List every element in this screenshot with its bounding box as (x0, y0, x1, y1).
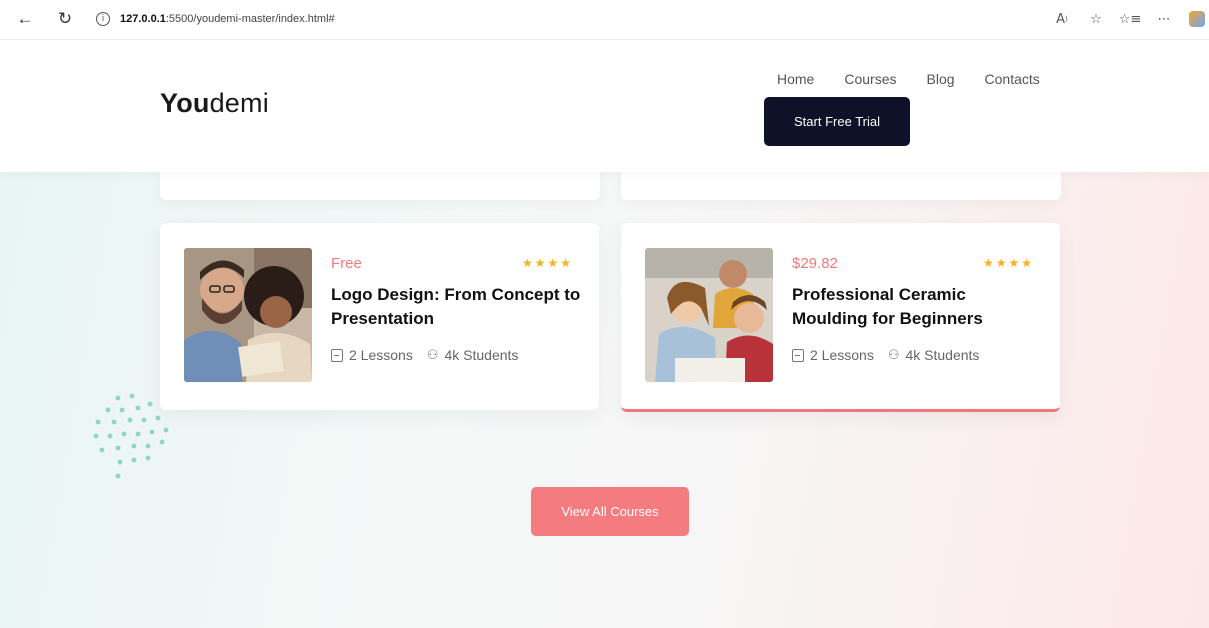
course-title[interactable]: Professional Ceramic Moulding for Beginn… (792, 283, 1042, 331)
address-bar[interactable]: i 127.0.0.1:5500/youdemi-master/index.ht… (88, 7, 1113, 31)
page-content: Youdemi Home Courses Blog Contacts Start… (0, 40, 1209, 628)
students-icon: ⚇ (887, 347, 900, 363)
student-count: 4k Students (905, 347, 980, 363)
course-price: $29.82 (792, 255, 838, 272)
lesson-count: 2 Lessons (810, 347, 874, 363)
nav-blog[interactable]: Blog (927, 71, 955, 87)
student-count: 4k Students (444, 347, 519, 363)
browser-toolbar: ← ↻ i 127.0.0.1:5500/youdemi-master/inde… (0, 0, 1209, 40)
site-logo[interactable]: Youdemi (160, 88, 269, 119)
view-all-courses-button[interactable]: View All Courses (531, 487, 689, 536)
course-thumbnail[interactable] (645, 248, 773, 382)
start-free-trial-button[interactable]: Start Free Trial (764, 97, 910, 146)
nav-courses[interactable]: Courses (844, 71, 896, 87)
copilot-icon[interactable] (1189, 11, 1205, 27)
nav-home[interactable]: Home (777, 71, 814, 87)
lesson-icon (792, 348, 804, 362)
lesson-icon (331, 348, 343, 362)
course-card[interactable]: $29.82 ★★★★ Professional Ceramic Mouldin… (621, 223, 1060, 412)
refresh-icon[interactable]: ↻ (54, 8, 76, 30)
ellipsis-icon[interactable]: ⋯ (1153, 8, 1175, 30)
students-icon: ⚇ (426, 347, 439, 363)
course-thumbnail[interactable] (184, 248, 312, 382)
course-meta: 2 Lessons ⚇ 4k Students (792, 347, 979, 363)
info-icon[interactable]: i (96, 12, 110, 26)
rating-stars: ★★★★ (521, 256, 573, 270)
decorative-dots (93, 393, 169, 479)
site-header: Youdemi Home Courses Blog Contacts Start… (0, 40, 1209, 172)
back-arrow-icon[interactable]: ← (14, 8, 36, 30)
favorites-icon[interactable]: ☆≡ (1119, 8, 1142, 30)
lesson-count: 2 Lessons (349, 347, 413, 363)
nav-contacts[interactable]: Contacts (985, 71, 1040, 87)
course-meta: 2 Lessons ⚇ 4k Students (331, 347, 518, 363)
main-nav: Home Courses Blog Contacts (777, 71, 1070, 87)
star-outline-icon[interactable]: ☆ (1085, 8, 1107, 30)
browser-actions: A) ☆ ☆≡ ⋯ (1039, 8, 1209, 30)
url-text[interactable]: 127.0.0.1:5500/youdemi-master/index.html… (120, 13, 335, 25)
course-title[interactable]: Logo Design: From Concept to Presentatio… (331, 283, 581, 331)
read-aloud-icon[interactable]: A) (1051, 8, 1073, 30)
rating-stars: ★★★★ (982, 256, 1034, 270)
course-price: Free (331, 255, 362, 272)
course-card[interactable]: Free ★★★★ Logo Design: From Concept to P… (160, 223, 599, 410)
